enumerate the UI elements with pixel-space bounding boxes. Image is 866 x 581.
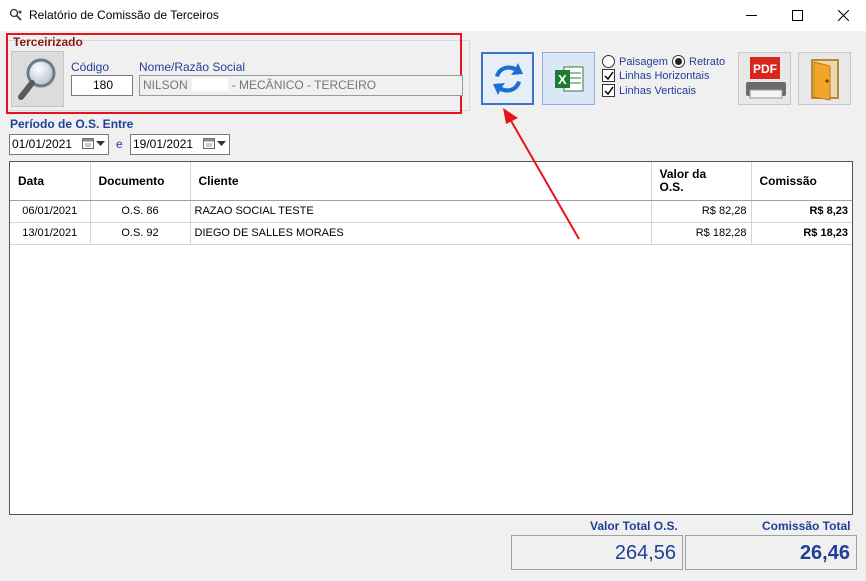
table-row[interactable]: 13/01/2021 O.S. 92 DIEGO DE SALLES MORAE… xyxy=(10,222,852,245)
redacted-block xyxy=(191,78,228,91)
header-documento[interactable]: Documento xyxy=(90,162,191,201)
codigo-label: Código xyxy=(71,60,110,74)
search-button[interactable] xyxy=(11,51,64,107)
date-start-value: 01/01/2021 xyxy=(12,137,73,151)
chevron-down-icon xyxy=(96,140,105,146)
header-valor-line1: Valor da xyxy=(659,166,707,181)
cell-comissao: R$ 18,23 xyxy=(751,222,852,245)
checkmark-icon xyxy=(602,69,615,82)
cell-valor: R$ 182,28 xyxy=(651,222,752,245)
table-row[interactable]: 06/01/2021 O.S. 86 RAZAO SOCIAL TESTE R$… xyxy=(10,200,852,223)
close-icon xyxy=(837,10,849,21)
nome-part1: NILSON xyxy=(143,78,188,92)
chevron-down-icon xyxy=(217,140,226,146)
nome-field[interactable]: NILSON - MECÂNICO - TERCEIRO xyxy=(139,75,463,96)
excel-export-button[interactable]: X xyxy=(542,52,595,105)
maximize-button[interactable] xyxy=(774,0,820,31)
title-bar: Relatório de Comissão de Terceiros xyxy=(0,0,866,31)
cell-documento: O.S. 86 xyxy=(90,200,191,223)
maximize-icon xyxy=(791,10,803,21)
valor-total-label: Valor Total O.S. xyxy=(590,519,678,533)
minimize-icon xyxy=(745,15,757,16)
retrato-label: Retrato xyxy=(689,55,726,68)
header-comissao[interactable]: Comissão xyxy=(751,162,852,201)
linhas-horizontais-label: Linhas Horizontais xyxy=(619,69,710,82)
terceirizado-label: Terceirizado xyxy=(13,35,83,49)
paisagem-label: Paisagem xyxy=(619,55,668,68)
pdf-label: PDF xyxy=(753,62,777,76)
comissao-total-label: Comissão Total xyxy=(762,519,851,533)
retrato-radio[interactable]: Retrato xyxy=(672,55,725,68)
table-header-row: Data Documento Cliente Valor da O.S. Com… xyxy=(10,162,852,201)
magnifier-icon xyxy=(17,58,55,100)
cell-cliente: DIEGO DE SALLES MORAES xyxy=(190,222,652,245)
date-end-value: 19/01/2021 xyxy=(133,137,194,151)
periodo-label: Período de O.S. Entre xyxy=(10,117,134,131)
date-separator: e xyxy=(116,137,123,151)
refresh-icon xyxy=(492,62,523,95)
nome-label: Nome/Razão Social xyxy=(139,60,246,74)
header-valor[interactable]: Valor da O.S. xyxy=(651,162,752,201)
calendar-icon xyxy=(203,138,215,149)
paisagem-radio-icon xyxy=(602,55,615,68)
header-cliente[interactable]: Cliente xyxy=(190,162,652,201)
valor-total-field: 264,56 xyxy=(511,535,683,570)
retrato-radio-icon xyxy=(672,55,685,68)
pdf-export-button[interactable]: PDF xyxy=(738,52,791,105)
header-data[interactable]: Data xyxy=(10,162,91,201)
cell-data: 13/01/2021 xyxy=(10,222,91,245)
date-end-picker[interactable]: 19/01/2021 xyxy=(130,134,230,155)
paisagem-radio[interactable]: Paisagem xyxy=(602,55,668,68)
door-exit-icon xyxy=(810,58,839,101)
linhas-horizontais-checkbox[interactable]: Linhas Horizontais xyxy=(602,69,710,82)
date-start-picker[interactable]: 01/01/2021 xyxy=(9,134,109,155)
commission-table[interactable]: Data Documento Cliente Valor da O.S. Com… xyxy=(9,161,853,515)
exit-button[interactable] xyxy=(798,52,851,105)
calendar-icon xyxy=(82,138,94,149)
cell-comissao: R$ 8,23 xyxy=(751,200,852,223)
excel-icon: X xyxy=(554,66,583,91)
linhas-verticais-label: Linhas Verticais xyxy=(619,84,697,97)
svg-text:X: X xyxy=(558,72,567,87)
pdf-printer-icon: PDF xyxy=(745,56,786,98)
comissao-total-field: 26,46 xyxy=(685,535,857,570)
cell-cliente: RAZAO SOCIAL TESTE xyxy=(190,200,652,223)
cell-valor: R$ 82,28 xyxy=(651,200,752,223)
linhas-verticais-checkbox[interactable]: Linhas Verticais xyxy=(602,84,696,97)
minimize-button[interactable] xyxy=(728,0,774,31)
refresh-button[interactable] xyxy=(481,52,534,105)
search-users-icon xyxy=(9,8,22,21)
checkmark-icon xyxy=(602,84,615,97)
cell-data: 06/01/2021 xyxy=(10,200,91,223)
window-title: Relatório de Comissão de Terceiros xyxy=(29,8,219,22)
cell-documento: O.S. 92 xyxy=(90,222,191,245)
header-valor-line2: O.S. xyxy=(659,179,684,194)
close-button[interactable] xyxy=(820,0,866,31)
nome-part2: - MECÂNICO - TERCEIRO xyxy=(231,78,377,92)
codigo-input[interactable]: 180 xyxy=(71,75,133,96)
